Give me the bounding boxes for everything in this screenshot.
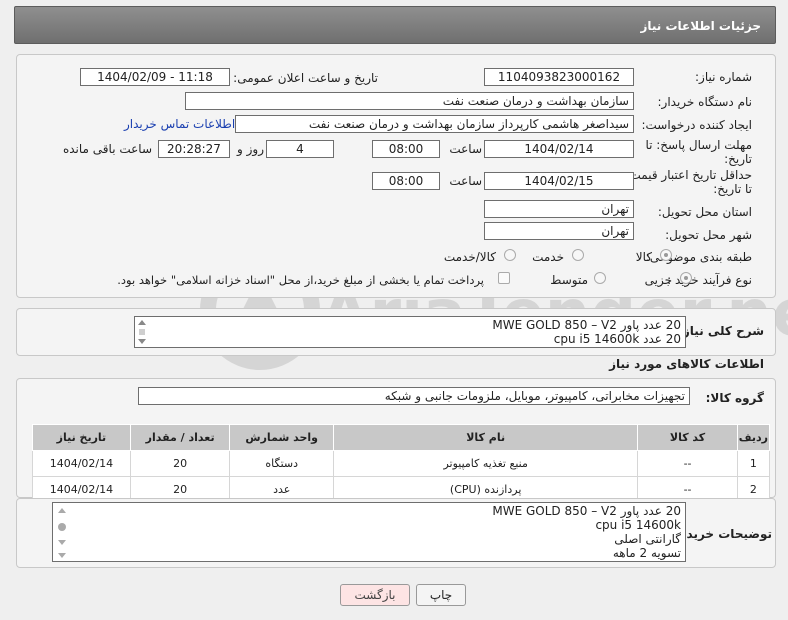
requester-label: ایجاد کننده درخواست: <box>641 118 752 132</box>
buyer-notes-line-3: گارانتی اصلی <box>614 532 681 546</box>
requester-field[interactable]: سیداصغر هاشمی کارپرداز سازمان بهداشت و د… <box>235 115 634 133</box>
scroll-arrows-icon[interactable] <box>137 319 147 345</box>
goods-group-field[interactable]: تجهیزات مخابراتی، کامپیوتر، موبایل، ملزو… <box>138 387 690 405</box>
items-table-header: ردیف کد کالا نام کالا واحد شمارش تعداد /… <box>32 424 771 451</box>
buyer-org-field[interactable]: سازمان بهداشت و درمان صنعت نفت <box>185 92 634 110</box>
items-table: ردیف کد کالا نام کالا واحد شمارش تعداد /… <box>32 424 771 503</box>
back-button[interactable]: بازگشت <box>340 584 410 606</box>
col-item-name: نام کالا <box>333 424 639 451</box>
buyer-notes-line-4: تسویه 2 ماهه <box>612 546 681 560</box>
remaining-days-field[interactable]: 4 <box>266 140 334 158</box>
announce-datetime-field[interactable]: 1404/02/09 - 11:18 <box>80 68 230 86</box>
category-radio-both[interactable] <box>504 249 516 261</box>
category-option-both: کالا/خدمت <box>443 250 496 264</box>
buyer-notes-line-1: 20 عدد پاور MWE GOLD 850 – V2 <box>492 504 681 518</box>
category-radio-goods[interactable] <box>660 249 672 261</box>
summary-label: شرح کلی نیاز: <box>678 324 764 338</box>
cell-item-name: منبع تغذیه کامپیوتر <box>333 450 639 477</box>
min-validity-label-line2: تا تاریخ: <box>713 182 752 196</box>
table-row[interactable]: 1 -- منبع تغذیه کامپیوتر دستگاه 20 1404/… <box>32 450 771 477</box>
buyer-org-label: نام دستگاه خریدار: <box>657 95 753 109</box>
announce-datetime-label: تاریخ و ساعت اعلان عمومی: <box>233 71 378 85</box>
validity-date-field[interactable]: 1404/02/15 <box>484 172 634 190</box>
process-radio-medium[interactable] <box>594 272 606 284</box>
buyer-contact-link[interactable]: اطلاعات تماس خریدار <box>124 117 235 131</box>
process-option-minor: جزیی <box>644 273 672 287</box>
min-validity-label-line1: حداقل تاریخ اعتبار قیمت: <box>625 168 752 182</box>
treasury-payment-checkbox[interactable] <box>498 272 510 284</box>
city-field[interactable]: تهران <box>484 222 634 240</box>
summary-line-2: 20 عدد cpu i5 14600k <box>553 332 681 346</box>
remaining-time-field[interactable]: 20:28:27 <box>158 140 230 158</box>
category-radio-service[interactable] <box>572 249 584 261</box>
province-field[interactable]: تهران <box>484 200 634 218</box>
need-number-label: شماره نیاز: <box>695 70 752 84</box>
province-label: استان محل تحویل: <box>657 205 752 219</box>
col-need-date: تاریخ نیاز <box>32 424 131 451</box>
validity-time-field[interactable]: 08:00 <box>372 172 440 190</box>
remaining-time-label: ساعت باقی مانده <box>62 142 152 156</box>
print-button[interactable]: چاپ <box>416 584 466 606</box>
validity-time-label: ساعت <box>449 174 482 188</box>
scroll-dots-icon[interactable] <box>57 507 67 559</box>
summary-line-1: 20 عدد پاور MWE GOLD 850 – V2 <box>492 318 681 332</box>
deadline-label-line1: مهلت ارسال پاسخ: تا <box>645 138 752 152</box>
goods-section-title: اطلاعات کالاهای مورد نیاز <box>609 357 764 371</box>
col-unit: واحد شمارش <box>229 424 335 451</box>
col-item-code: کد کالا <box>637 424 738 451</box>
cell-item-code: -- <box>637 450 738 477</box>
col-row-number: ردیف <box>736 424 771 451</box>
deadline-label-line2: تاریخ: <box>724 152 752 166</box>
deadline-time-field[interactable]: 08:00 <box>372 140 440 158</box>
buyer-notes-textarea[interactable]: 20 عدد پاور MWE GOLD 850 – V2 cpu i5 146… <box>52 502 686 562</box>
category-option-service: خدمت <box>532 250 564 264</box>
cell-unit: دستگاه <box>229 450 335 477</box>
summary-textarea[interactable]: 20 عدد پاور MWE GOLD 850 – V2 20 عدد cpu… <box>134 316 686 348</box>
need-number-field[interactable]: 1104093823000162 <box>484 68 634 86</box>
cell-quantity: 20 <box>129 450 231 477</box>
process-radio-minor[interactable] <box>680 272 692 284</box>
city-label: شهر محل تحویل: <box>665 228 752 242</box>
deadline-date-field[interactable]: 1404/02/14 <box>484 140 634 158</box>
cell-row-number: 1 <box>736 450 771 477</box>
treasury-payment-note: پرداخت تمام یا بخشی از مبلغ خرید،از محل … <box>117 273 484 287</box>
category-option-goods: کالا <box>635 250 652 264</box>
page-title: جزئیات اطلاعات نیاز <box>640 19 761 33</box>
days-label: روز و <box>237 142 264 156</box>
cell-need-date: 1404/02/14 <box>32 450 131 477</box>
col-quantity: تعداد / مقدار <box>129 424 231 451</box>
goods-group-label: گروه کالا: <box>705 391 764 405</box>
deadline-time-label: ساعت <box>449 142 482 156</box>
buyer-notes-line-2: cpu i5 14600k <box>595 518 681 532</box>
page-header: جزئیات اطلاعات نیاز <box>14 6 776 44</box>
process-option-medium: متوسط <box>550 273 588 287</box>
